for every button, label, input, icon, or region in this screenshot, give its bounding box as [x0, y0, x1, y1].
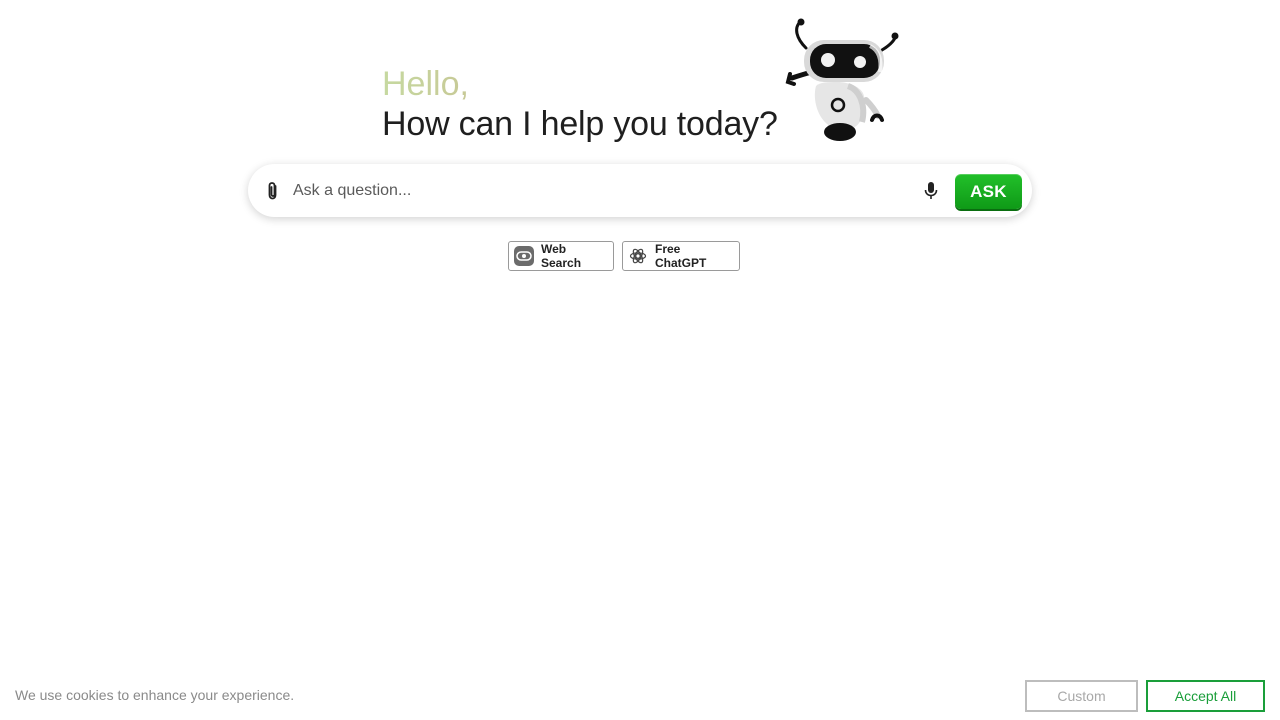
openai-icon — [629, 248, 647, 264]
search-input[interactable] — [293, 177, 903, 205]
greeting-hello: Hello, — [382, 64, 778, 104]
page: Hello, How can I help you today? Ask a q… — [0, 0, 1280, 720]
greeting-headline: How can I help you today? — [382, 105, 778, 143]
cookie-custom-button[interactable]: Custom — [1025, 680, 1138, 712]
greeting: Hello, How can I help you today? — [382, 64, 778, 144]
cookie-accept-all-button[interactable]: Accept All — [1146, 680, 1265, 712]
microphone-icon[interactable] — [922, 181, 940, 201]
web-search-chip-label: Web Search — [541, 242, 582, 270]
paperclip-icon[interactable] — [264, 181, 282, 201]
web-search-chip[interactable]: Web Search — [508, 241, 614, 271]
ask-button[interactable]: ASK — [955, 174, 1022, 209]
free-chatgpt-chip[interactable]: Free ChatGPT — [622, 241, 740, 271]
free-chatgpt-chip-label: Free ChatGPT — [655, 242, 707, 270]
cookie-message: We use cookies to enhance your experienc… — [15, 687, 295, 703]
search-bar: ASK — [248, 164, 1032, 217]
web-search-icon — [514, 246, 534, 266]
robot-mascot-icon — [785, 18, 899, 141]
